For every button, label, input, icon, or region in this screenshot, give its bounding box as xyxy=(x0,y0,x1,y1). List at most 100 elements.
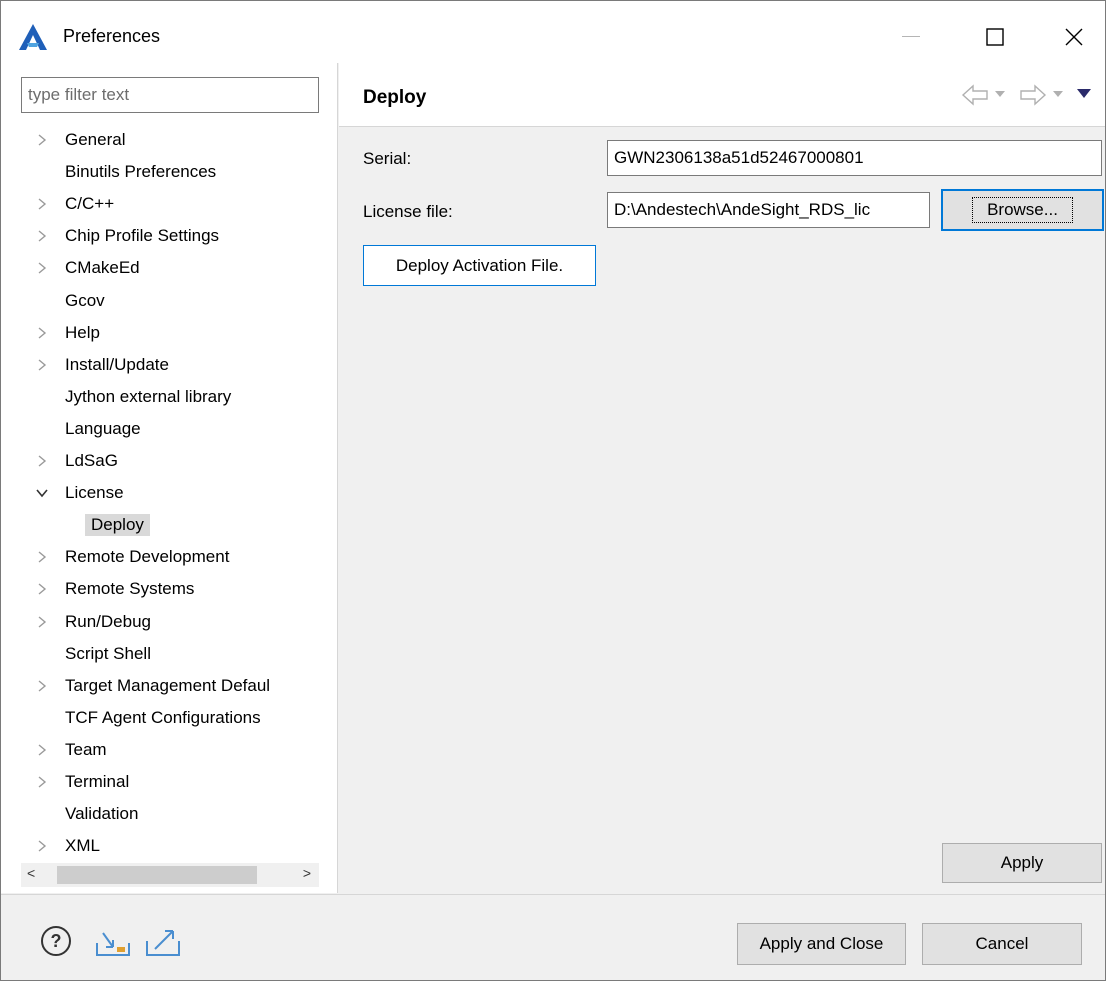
tree-item-terminal[interactable]: Terminal xyxy=(1,767,338,799)
tree-item-label: Deploy xyxy=(85,514,150,537)
chevron-right-icon[interactable] xyxy=(35,229,49,243)
minimize-button[interactable] xyxy=(881,15,941,59)
tree-item-label: Validation xyxy=(65,804,139,824)
chevron-right-icon[interactable] xyxy=(35,454,49,468)
tree-item-label: Run/Debug xyxy=(65,611,152,631)
horizontal-scrollbar[interactable]: < > xyxy=(21,863,319,887)
tree-item-label: XML xyxy=(65,836,100,856)
tree-item-label: General xyxy=(65,130,126,149)
apply-button[interactable]: Apply xyxy=(942,843,1102,883)
cancel-button[interactable]: Cancel xyxy=(922,923,1082,965)
license-file-label: License file: xyxy=(363,202,453,221)
tree-item-help[interactable]: Help xyxy=(1,318,338,350)
tree-item-binutils-preferences[interactable]: Binutils Preferences xyxy=(1,157,338,189)
tree-item-label: C/C++ xyxy=(65,194,115,214)
maximize-icon xyxy=(986,28,1004,46)
tree-item-gcov[interactable]: Gcov xyxy=(1,286,338,318)
page-header: Deploy xyxy=(339,63,1105,127)
tree-item-label: Remote Systems xyxy=(65,579,195,599)
svg-text:?: ? xyxy=(51,931,62,951)
close-icon xyxy=(1065,28,1083,46)
preference-tree: General Binutils Preferences C/C++ Chip Pro… xyxy=(1,125,338,861)
export-icon[interactable] xyxy=(145,925,181,957)
tree-item-jython-external-library[interactable]: Jython external library xyxy=(1,382,338,414)
deploy-activation-file-button[interactable]: Deploy Activation File. xyxy=(363,245,596,286)
tree-item-deploy[interactable]: Deploy xyxy=(1,510,338,542)
close-button[interactable] xyxy=(1044,15,1104,59)
browse-button-label: Browse... xyxy=(972,197,1073,223)
chevron-right-icon[interactable] xyxy=(35,133,49,147)
scroll-left-icon[interactable]: < xyxy=(27,865,35,881)
tree-item-general[interactable]: General xyxy=(1,125,338,157)
chevron-right-icon[interactable] xyxy=(35,743,49,757)
tree-item-remote-systems[interactable]: Remote Systems xyxy=(1,574,338,606)
tree-item-team[interactable]: Team xyxy=(1,735,338,767)
chevron-right-icon[interactable] xyxy=(35,775,49,789)
chevron-right-icon[interactable] xyxy=(35,358,49,372)
tree-item-cmakeed[interactable]: CMakeEd xyxy=(1,253,338,285)
window-title: Preferences xyxy=(63,26,161,46)
tree-item-label: Binutils Preferences xyxy=(65,162,217,182)
tree-item-label: License xyxy=(65,483,124,503)
serial-field[interactable]: GWN2306138a51d52467000801 xyxy=(607,140,1102,176)
chevron-right-icon[interactable] xyxy=(35,550,49,564)
license-file-field[interactable]: D:\Andestech\AndeSight_RDS_lic xyxy=(607,192,930,228)
chevron-right-icon[interactable] xyxy=(35,582,49,596)
tree-item-label: Help xyxy=(65,322,100,342)
chevron-right-icon[interactable] xyxy=(35,326,49,340)
view-menu-icon[interactable] xyxy=(1077,89,1091,99)
title-bar: Preferences xyxy=(1,1,1105,63)
tree-item-label: Team xyxy=(65,739,107,759)
tree-item-label: Terminal xyxy=(65,772,130,791)
serial-label: Serial: xyxy=(363,149,412,168)
tree-item-label: Remote Development xyxy=(65,547,230,567)
andesight-logo-icon xyxy=(19,24,47,50)
tree-item-chip-profile-settings[interactable]: Chip Profile Settings xyxy=(1,221,338,253)
preferences-window: Preferences General Binutils Preferences C… xyxy=(0,0,1106,981)
tree-item-label: Script Shell xyxy=(65,643,151,663)
tree-item-label: Gcov xyxy=(65,290,105,310)
preference-page: Deploy Serial: GWN2306138a51d52467000801… xyxy=(339,63,1105,893)
tree-item-license[interactable]: License xyxy=(1,478,338,510)
tree-item-language[interactable]: Language xyxy=(1,414,338,446)
chevron-right-icon[interactable] xyxy=(35,839,49,853)
tree-item-target-management-defaul[interactable]: Target Management Defaul xyxy=(1,671,338,703)
tree-item-c-c[interactable]: C/C++ xyxy=(1,189,338,221)
tree-item-remote-development[interactable]: Remote Development xyxy=(1,542,338,574)
preference-tree-panel: General Binutils Preferences C/C++ Chip Pro… xyxy=(1,63,338,893)
forward-arrow-icon[interactable] xyxy=(1019,83,1047,107)
tree-item-label: Target Management Defaul xyxy=(65,675,271,695)
tree-item-ldsag[interactable]: LdSaG xyxy=(1,446,338,478)
tree-item-label: Chip Profile Settings xyxy=(65,226,220,246)
chevron-down-icon[interactable] xyxy=(35,486,49,500)
tree-item-install-update[interactable]: Install/Update xyxy=(1,350,338,382)
chevron-right-icon[interactable] xyxy=(35,261,49,275)
forward-dropdown-icon[interactable] xyxy=(1053,91,1063,99)
maximize-button[interactable] xyxy=(965,15,1025,59)
page-title: Deploy xyxy=(363,87,427,108)
chevron-right-icon[interactable] xyxy=(35,615,49,629)
tree-item-label: Language xyxy=(65,418,141,438)
tree-item-label: Install/Update xyxy=(65,354,169,374)
back-arrow-icon[interactable] xyxy=(961,83,989,107)
tree-item-label: Jython external library xyxy=(65,386,232,406)
back-dropdown-icon[interactable] xyxy=(995,91,1005,99)
tree-item-run-debug[interactable]: Run/Debug xyxy=(1,607,338,639)
chevron-right-icon[interactable] xyxy=(35,197,49,211)
tree-item-tcf-agent-configurations[interactable]: TCF Agent Configurations xyxy=(1,703,338,735)
scroll-right-icon[interactable]: > xyxy=(303,865,311,881)
filter-input[interactable] xyxy=(21,77,319,113)
minimize-icon xyxy=(902,36,920,37)
dialog-footer: ? Apply and Close Cancel xyxy=(1,894,1105,980)
scrollbar-thumb[interactable] xyxy=(57,866,257,884)
tree-item-label: CMakeEd xyxy=(65,258,140,278)
browse-button[interactable]: Browse... xyxy=(941,189,1104,231)
import-icon[interactable] xyxy=(95,929,131,957)
chevron-right-icon[interactable] xyxy=(35,679,49,693)
tree-item-validation[interactable]: Validation xyxy=(1,799,338,831)
tree-item-label: TCF Agent Configurations xyxy=(65,707,261,727)
apply-and-close-button[interactable]: Apply and Close xyxy=(737,923,906,965)
tree-item-xml[interactable]: XML xyxy=(1,831,338,861)
help-icon[interactable]: ? xyxy=(40,925,72,957)
tree-item-script-shell[interactable]: Script Shell xyxy=(1,639,338,671)
